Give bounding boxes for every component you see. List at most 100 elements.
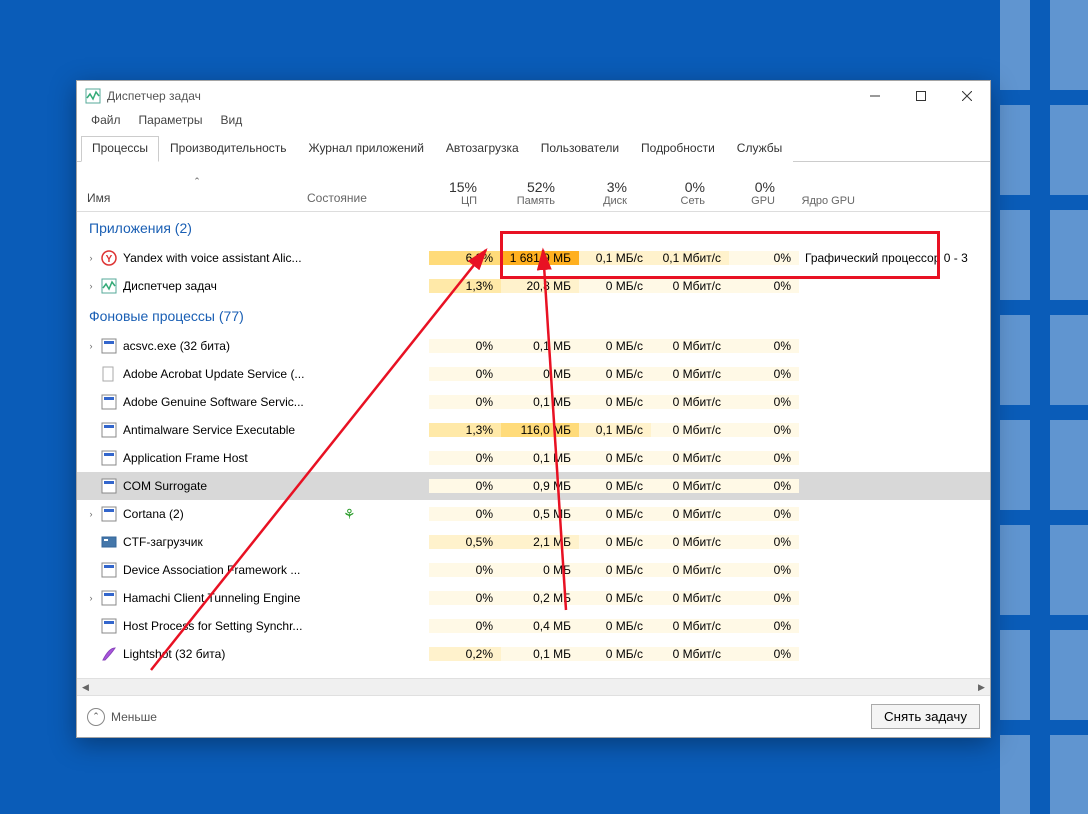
- tab-startup[interactable]: Автозагрузка: [435, 136, 530, 162]
- cell-network: 0 Мбит/с: [651, 563, 729, 577]
- col-gpu-core[interactable]: Ядро GPU: [783, 195, 863, 211]
- cell-network: 0 Мбит/с: [651, 395, 729, 409]
- col-memory[interactable]: 52%Память: [485, 179, 563, 211]
- process-name: COM Surrogate: [123, 479, 343, 493]
- window-title: Диспетчер задач: [107, 89, 852, 103]
- col-network[interactable]: 0%Сеть: [635, 179, 713, 211]
- process-name: Диспетчер задач: [123, 279, 343, 293]
- fewer-details-button[interactable]: ⌃ Меньше: [87, 708, 157, 726]
- end-task-button[interactable]: Снять задачу: [871, 704, 980, 729]
- process-icon: [101, 278, 117, 294]
- col-status[interactable]: Состояние: [307, 191, 413, 211]
- cell-cpu: 0%: [429, 563, 501, 577]
- titlebar[interactable]: Диспетчер задач: [77, 81, 990, 111]
- process-icon: [101, 506, 117, 522]
- process-row[interactable]: › acsvc.exe (32 бита) 0% 0,1 МБ 0 МБ/с 0…: [77, 332, 990, 360]
- cell-cpu: 0%: [429, 507, 501, 521]
- cell-memory: 20,8 МБ: [501, 279, 579, 293]
- tab-details[interactable]: Подробности: [630, 136, 726, 162]
- col-gpu[interactable]: 0%GPU: [713, 179, 783, 211]
- horizontal-scrollbar[interactable]: ◀ ▶: [77, 678, 990, 695]
- process-row[interactable]: Device Association Framework ... 0% 0 МБ…: [77, 556, 990, 584]
- process-name: Host Process for Setting Synchr...: [123, 619, 343, 633]
- cell-disk: 0 МБ/с: [579, 279, 651, 293]
- task-manager-window: Диспетчер задач Файл Параметры Вид Проце…: [76, 80, 991, 738]
- cell-gpu: 0%: [729, 423, 799, 437]
- process-name: Adobe Genuine Software Servic...: [123, 395, 343, 409]
- menu-file[interactable]: Файл: [83, 111, 129, 129]
- process-row[interactable]: › Cortana (2) ⚘ 0% 0,5 МБ 0 МБ/с 0 Мбит/…: [77, 500, 990, 528]
- cell-cpu: 0%: [429, 339, 501, 353]
- process-name: Lightshot (32 бита): [123, 647, 343, 661]
- cell-cpu: 0%: [429, 395, 501, 409]
- tab-users[interactable]: Пользователи: [530, 136, 630, 162]
- cell-cpu: 0,5%: [429, 535, 501, 549]
- tab-processes[interactable]: Процессы: [81, 136, 159, 162]
- process-row[interactable]: Host Process for Setting Synchr... 0% 0,…: [77, 612, 990, 640]
- leaf-icon: ⚘: [343, 506, 356, 523]
- process-icon: [101, 450, 117, 466]
- footer: ⌃ Меньше Снять задачу: [77, 695, 990, 737]
- cell-network: 0 Мбит/с: [651, 535, 729, 549]
- cell-network: 0 Мбит/с: [651, 279, 729, 293]
- process-name: Hamachi Client Tunneling Engine: [123, 591, 343, 605]
- cell-disk: 0 МБ/с: [579, 563, 651, 577]
- scroll-left-icon[interactable]: ◀: [77, 679, 94, 696]
- cell-network: 0 Мбит/с: [651, 479, 729, 493]
- group-apps: Приложения (2): [77, 212, 990, 244]
- cell-memory: 0,2 МБ: [501, 591, 579, 605]
- cell-memory: 0 МБ: [501, 563, 579, 577]
- expand-icon[interactable]: ›: [85, 253, 97, 263]
- cell-gpu: 0%: [729, 535, 799, 549]
- expand-icon[interactable]: ›: [85, 341, 97, 351]
- tab-app-history[interactable]: Журнал приложений: [298, 136, 435, 162]
- cell-gpu: 0%: [729, 279, 799, 293]
- cell-network: 0 Мбит/с: [651, 591, 729, 605]
- col-disk[interactable]: 3%Диск: [563, 179, 635, 211]
- cell-memory: 2,1 МБ: [501, 535, 579, 549]
- process-list[interactable]: Приложения (2) › Y Yandex with voice ass…: [77, 212, 990, 678]
- close-button[interactable]: [944, 81, 990, 111]
- menu-options[interactable]: Параметры: [131, 111, 211, 129]
- cell-gpu: 0%: [729, 591, 799, 605]
- svg-text:Y: Y: [106, 254, 113, 265]
- cell-network: 0 Мбит/с: [651, 423, 729, 437]
- col-name[interactable]: ⌃ Имя: [77, 176, 307, 211]
- process-row[interactable]: Adobe Acrobat Update Service (... 0% 0 М…: [77, 360, 990, 388]
- scroll-right-icon[interactable]: ▶: [973, 679, 990, 696]
- minimize-button[interactable]: [852, 81, 898, 111]
- cell-memory: 0,1 МБ: [501, 451, 579, 465]
- process-row[interactable]: Adobe Genuine Software Servic... 0% 0,1 …: [77, 388, 990, 416]
- process-row[interactable]: COM Surrogate 0% 0,9 МБ 0 МБ/с 0 Мбит/с …: [77, 472, 990, 500]
- process-row[interactable]: › Y Yandex with voice assistant Alic... …: [77, 244, 990, 272]
- cell-disk: 0 МБ/с: [579, 339, 651, 353]
- process-name: Yandex with voice assistant Alic...: [123, 251, 343, 265]
- expand-icon[interactable]: ›: [85, 593, 97, 603]
- col-cpu[interactable]: 15%ЦП: [413, 179, 485, 211]
- process-row[interactable]: Antimalware Service Executable 1,3% 116,…: [77, 416, 990, 444]
- process-row[interactable]: Lightshot (32 бита) 0,2% 0,1 МБ 0 МБ/с 0…: [77, 640, 990, 668]
- cell-cpu: 1,3%: [429, 279, 501, 293]
- cell-disk: 0 МБ/с: [579, 395, 651, 409]
- menubar: Файл Параметры Вид: [77, 111, 990, 133]
- cell-disk: 0 МБ/с: [579, 479, 651, 493]
- expand-icon[interactable]: ›: [85, 281, 97, 291]
- chevron-up-icon: ⌃: [87, 708, 105, 726]
- process-name: CTF-загрузчик: [123, 535, 343, 549]
- process-row[interactable]: › Hamachi Client Tunneling Engine 0% 0,2…: [77, 584, 990, 612]
- cell-disk: 0 МБ/с: [579, 451, 651, 465]
- process-icon: [101, 422, 117, 438]
- process-row[interactable]: Application Frame Host 0% 0,1 МБ 0 МБ/с …: [77, 444, 990, 472]
- expand-icon[interactable]: ›: [85, 509, 97, 519]
- process-icon: [101, 478, 117, 494]
- cell-disk: 0 МБ/с: [579, 367, 651, 381]
- process-row[interactable]: › Диспетчер задач 1,3% 20,8 МБ 0 МБ/с 0 …: [77, 272, 990, 300]
- tab-services[interactable]: Службы: [726, 136, 793, 162]
- tab-performance[interactable]: Производительность: [159, 136, 297, 162]
- process-name: Application Frame Host: [123, 451, 343, 465]
- process-icon: [101, 338, 117, 354]
- process-row[interactable]: CTF-загрузчик 0,5% 2,1 МБ 0 МБ/с 0 Мбит/…: [77, 528, 990, 556]
- menu-view[interactable]: Вид: [212, 111, 250, 129]
- cell-network: 0,1 Мбит/с: [651, 251, 729, 265]
- maximize-button[interactable]: [898, 81, 944, 111]
